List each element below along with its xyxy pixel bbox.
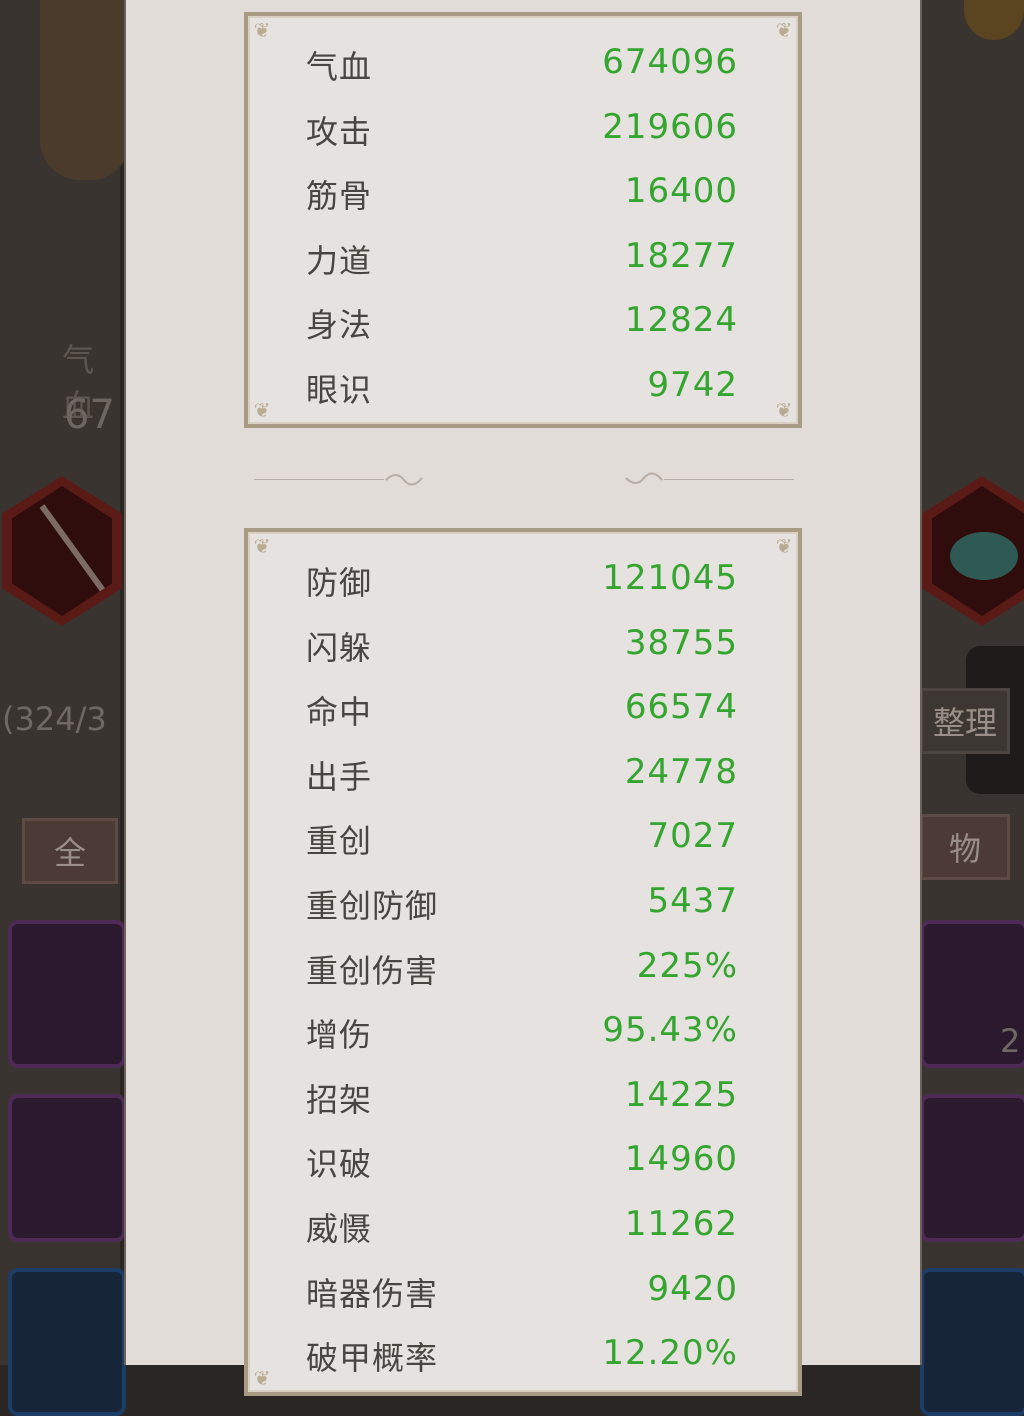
ornament-icon [964,0,1024,40]
bag-count: (324/3 [2,700,107,738]
item-count: 2 [1000,1022,1021,1060]
stat-value: 14960 [624,1139,738,1180]
stat-row: 识破 14960 [248,1127,798,1191]
stat-value: 14225 [624,1074,738,1115]
character-portrait-frame [40,0,130,180]
stat-value: 5437 [647,881,738,921]
bag-item-slot[interactable] [8,1268,126,1416]
stat-label: 气血 [306,48,373,86]
stat-label: 闪躲 [306,628,373,667]
stat-label: 暗器伤害 [306,1274,439,1313]
stat-value: 95.43% [602,1010,738,1051]
divider-swirl-icon [625,472,663,484]
stat-row: 威慑 11262 [248,1192,798,1256]
stat-label: 威慑 [306,1210,373,1248]
filter-item-label: 物 [948,830,981,868]
basic-stats-box: ❦ ❦ ❦ ❦ 气血 674096 攻击 219606 筋骨 16400 力道 18277 身法… [244,12,802,428]
weapon-slot[interactable] [2,476,122,626]
stat-label: 力道 [306,241,373,280]
stat-value: 18277 [624,235,738,276]
stat-value: 225% [636,945,738,986]
stat-value: 66574 [624,687,738,728]
stat-label: 重创伤害 [306,951,439,990]
stat-row: 招架 14225 [248,1063,798,1127]
section-divider [254,472,794,486]
stat-row: 防御 121045 [248,546,798,610]
stat-value: 219606 [602,106,738,147]
mount-icon [950,532,1018,580]
filter-all-label: 全 [53,834,86,872]
divider-swirl-icon [385,474,423,486]
sort-button-label: 整理 [932,704,997,742]
stat-row: 力道 18277 [248,224,798,288]
stat-label: 身法 [306,306,373,345]
background-left: 气血 67 (324/3 全 [0,0,130,1416]
attribute-panel[interactable]: ❦ ❦ ❦ ❦ 气血 674096 攻击 219606 筋骨 16400 力道 18277 身法… [124,0,922,1396]
stat-value: 11262 [624,1204,738,1244]
stat-row: 重创伤害 225% [248,934,798,998]
stat-row: 出手 24778 [248,740,798,804]
stat-value: 7027 [647,816,738,857]
background-right: 整理 物 2 [920,0,1024,1416]
stat-value: 12.20% [602,1333,738,1374]
stat-row: 重创防御 5437 [248,869,798,933]
bag-item-slot[interactable] [8,920,126,1068]
stat-value: 24778 [624,751,738,792]
filter-item-tab[interactable]: 物 [920,814,1010,880]
stat-label: 重创防御 [306,887,439,925]
stat-row: 命中 66574 [248,675,798,739]
stat-label: 招架 [306,1080,373,1119]
stat-row: 破甲概率 12.20% [248,1321,798,1385]
combat-stats-box: ❦ ❦ ❦ 防御 121045 闪躲 38755 命中 66574 出手 24778 重创 702… [244,528,802,1396]
stat-label: 出手 [306,757,373,796]
stat-label: 眼识 [306,371,373,409]
stat-label: 筋骨 [306,177,373,216]
stat-value: 9742 [647,365,738,405]
stat-value: 9420 [647,1268,738,1309]
bag-item-slot[interactable] [920,1268,1024,1416]
stat-label: 命中 [306,693,373,732]
bag-item-slot[interactable] [8,1094,126,1242]
stat-value: 121045 [602,558,738,598]
stat-row: 暗器伤害 9420 [248,1257,798,1321]
stat-row: 身法 12824 [248,288,798,352]
stat-label: 防御 [306,564,373,602]
filter-all-tab[interactable]: 全 [22,818,118,884]
mount-slot[interactable] [922,476,1024,626]
stat-row: 重创 7027 [248,804,798,868]
spear-icon [39,504,110,598]
stat-row: 气血 674096 [248,30,798,94]
stat-value: 12824 [624,300,738,341]
stat-label: 增伤 [306,1016,373,1055]
hp-value: 67 [64,392,115,438]
stat-label: 攻击 [306,112,373,151]
bag-item-slot[interactable] [920,1094,1024,1242]
stat-row: 眼识 9742 [248,353,798,417]
stat-value: 38755 [624,622,738,663]
stat-label: 破甲概率 [306,1339,439,1378]
stat-row: 闪躲 38755 [248,611,798,675]
stat-value: 16400 [624,171,738,212]
stat-row: 增伤 95.43% [248,998,798,1062]
stat-row: 筋骨 16400 [248,159,798,223]
stat-value: 674096 [602,42,738,82]
stat-row: 攻击 219606 [248,95,798,159]
sort-button[interactable]: 整理 [920,688,1010,754]
stat-label: 重创 [306,822,373,861]
stat-label: 识破 [306,1145,373,1184]
